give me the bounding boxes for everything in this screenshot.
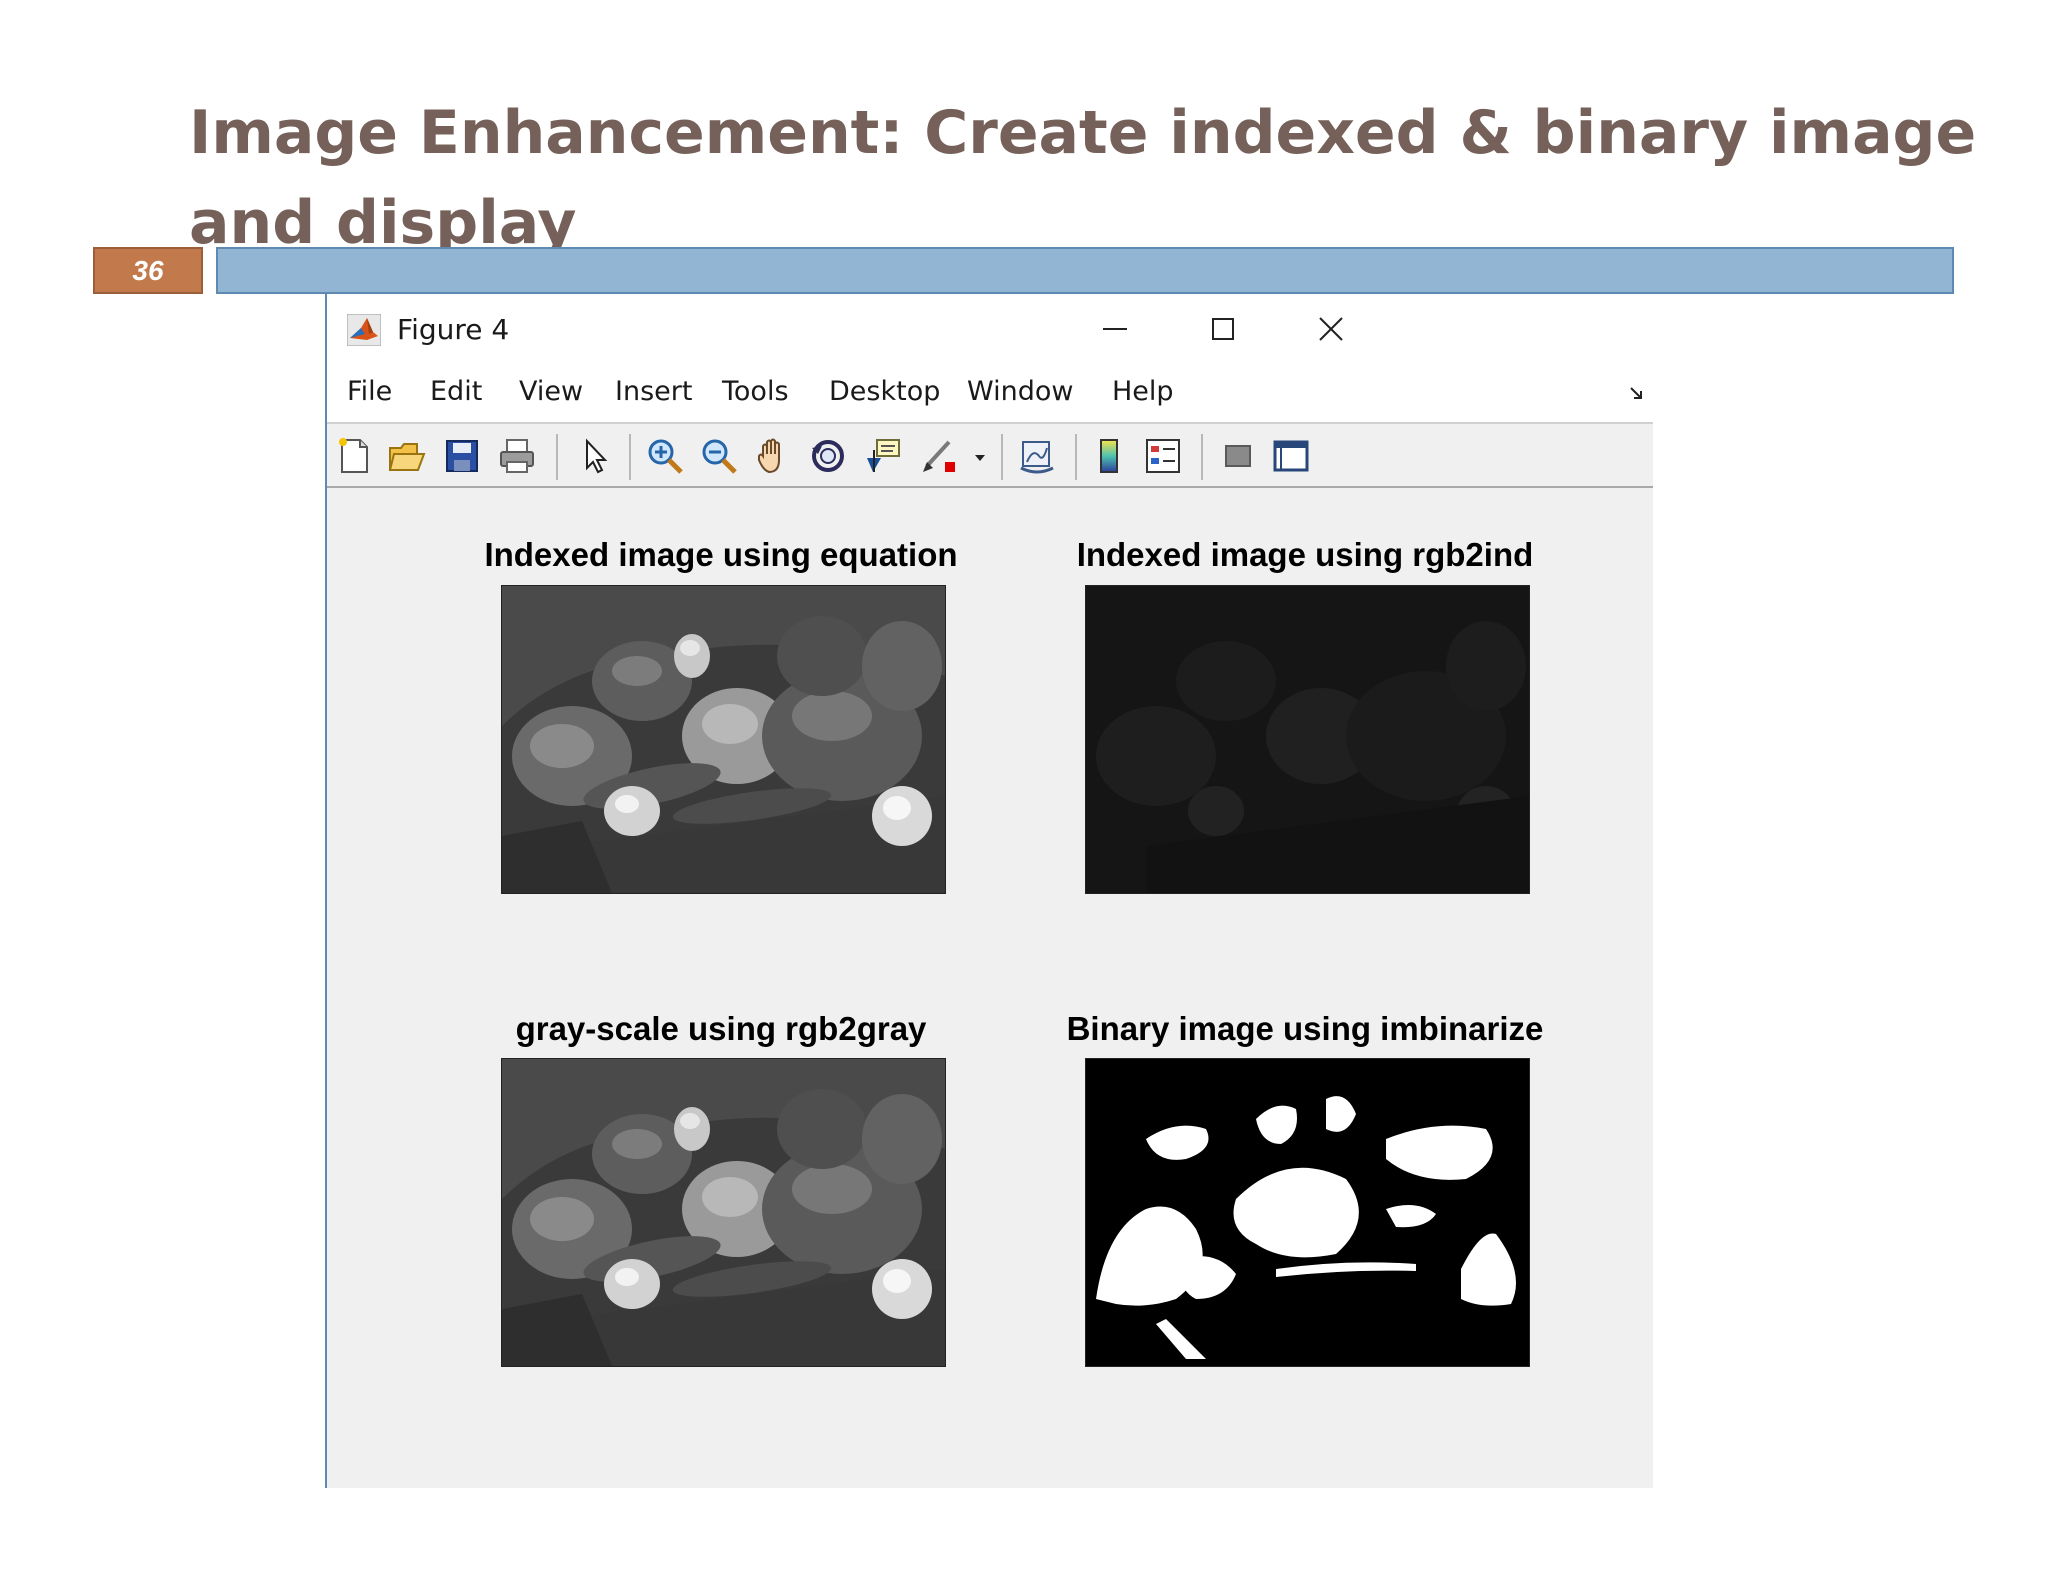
menu-tools[interactable]: Tools	[722, 374, 789, 410]
rotate-3d-icon[interactable]	[808, 436, 848, 476]
figure-window: Figure 4 File Edit View Insert Tools Des…	[325, 294, 1653, 1488]
peppers-grayscale-image	[502, 586, 945, 893]
axes-3-image	[501, 1058, 946, 1367]
new-figure-icon[interactable]	[334, 436, 374, 476]
menu-help[interactable]: Help	[1112, 374, 1174, 410]
data-cursor-icon[interactable]	[863, 436, 903, 476]
peppers-binary-image	[1086, 1059, 1529, 1366]
toolbar-separator	[629, 434, 631, 480]
window-title: Figure 4	[397, 313, 510, 346]
menu-view[interactable]: View	[519, 374, 583, 410]
save-icon[interactable]	[442, 436, 482, 476]
axes-1-image	[501, 585, 946, 894]
hide-plot-tools-icon[interactable]	[1218, 436, 1258, 476]
axes-3-title: gray-scale using rgb2gray	[515, 1010, 927, 1047]
menu-file[interactable]: File	[347, 374, 392, 410]
menu-insert[interactable]: Insert	[615, 374, 692, 410]
slide-number: 36	[93, 247, 203, 294]
zoom-out-icon[interactable]	[699, 436, 739, 476]
axes-4-title: Binary image using imbinarize	[1066, 1010, 1544, 1047]
close-button[interactable]	[1301, 304, 1361, 354]
peppers-rgb2ind-image	[1086, 586, 1529, 893]
menu-window[interactable]: Window	[967, 374, 1073, 410]
select-arrow-icon[interactable]	[575, 436, 615, 476]
dock-arrow-icon[interactable]	[1629, 386, 1643, 400]
pan-hand-icon[interactable]	[753, 436, 793, 476]
maximize-button[interactable]	[1193, 304, 1253, 354]
show-plot-tools-icon[interactable]	[1271, 436, 1311, 476]
menubar: File Edit View Insert Tools Desktop Wind…	[327, 364, 1653, 424]
toolbar-separator	[1075, 434, 1077, 480]
menu-edit[interactable]: Edit	[430, 374, 482, 410]
peppers-rgb2gray-image	[502, 1059, 945, 1366]
toolbar-separator	[1201, 434, 1203, 480]
brush-icon[interactable]	[919, 436, 959, 476]
menu-desktop[interactable]: Desktop	[829, 374, 940, 410]
figure-toolbar	[327, 424, 1653, 488]
minimize-icon	[1103, 328, 1127, 330]
axes-1-title: Indexed image using equation	[484, 536, 958, 573]
maximize-icon	[1212, 318, 1234, 340]
brush-dropdown-icon[interactable]	[974, 454, 986, 462]
axes-4-image	[1085, 1058, 1530, 1367]
toolbar-separator	[556, 434, 558, 480]
matlab-icon	[347, 314, 381, 346]
close-icon	[1319, 317, 1343, 341]
window-titlebar[interactable]: Figure 4	[327, 294, 1653, 364]
minimize-button[interactable]	[1085, 304, 1145, 354]
toolbar-separator	[1001, 434, 1003, 480]
header-bar	[216, 247, 1954, 294]
slide-title: Image Enhancement: Create indexed & bina…	[189, 98, 1977, 258]
axes-2-title: Indexed image using rgb2ind	[1076, 536, 1534, 573]
link-plot-icon[interactable]	[1017, 436, 1057, 476]
legend-icon[interactable]	[1143, 436, 1183, 476]
print-icon[interactable]	[497, 436, 537, 476]
zoom-in-icon[interactable]	[645, 436, 685, 476]
colorbar-icon[interactable]	[1089, 436, 1129, 476]
axes-2-image	[1085, 585, 1530, 894]
open-file-icon[interactable]	[387, 436, 427, 476]
